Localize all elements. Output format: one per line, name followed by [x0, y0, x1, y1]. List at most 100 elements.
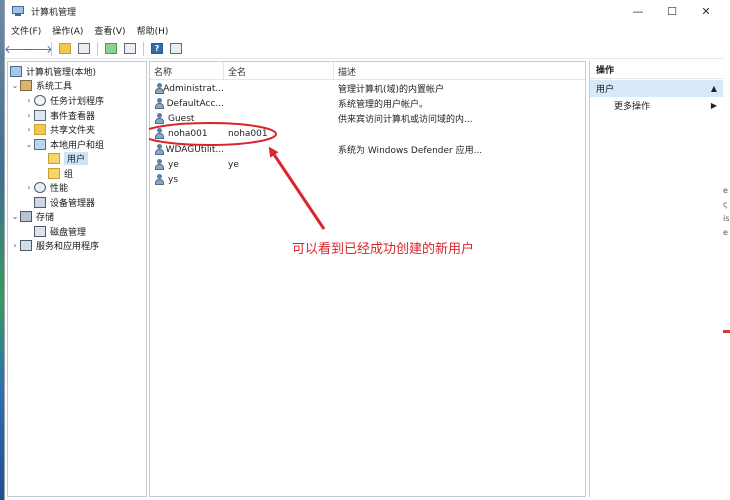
- user-name: noha001: [168, 128, 208, 139]
- user-icon: [154, 174, 165, 185]
- tree-item-shared-folders[interactable]: › 共享文件夹: [24, 122, 95, 136]
- table-row[interactable]: Guest 供来宾访问计算机或访问域的内...: [150, 111, 585, 126]
- tree-item-local-users-groups[interactable]: ⌄ 本地用户和组: [24, 137, 104, 151]
- user-icon: [154, 98, 164, 109]
- menu-file[interactable]: 文件(F): [11, 24, 41, 37]
- chevron-right-icon[interactable]: ›: [24, 125, 34, 134]
- tree-item-label: 系统工具: [36, 81, 73, 92]
- tree-item-label: 存储: [36, 212, 55, 223]
- chevron-down-icon[interactable]: ⌄: [24, 140, 34, 149]
- chevron-right-icon[interactable]: ›: [24, 96, 34, 105]
- performance-icon: [34, 181, 46, 193]
- chevron-down-icon[interactable]: ⌄: [10, 81, 20, 90]
- menu-bar: 文件(F) 操作(A) 查看(V) 帮助(H): [5, 22, 723, 39]
- user-name-cell: noha001: [154, 126, 224, 141]
- table-row[interactable]: Administrat... 管理计算机(域)的内置帐户: [150, 81, 585, 96]
- table-row[interactable]: noha001 noha001: [150, 126, 585, 141]
- toolbar-separator: [97, 41, 98, 56]
- tree-item-disk-management[interactable]: 磁盘管理: [34, 224, 86, 238]
- user-fullname: [228, 111, 332, 126]
- minimize-button[interactable]: —: [621, 0, 655, 22]
- column-header-description[interactable]: 描述: [334, 62, 585, 80]
- desktop-bit: e: [723, 186, 728, 195]
- tree-item-services-applications[interactable]: › 服务和应用程序: [10, 238, 99, 252]
- tree-item-storage[interactable]: ⌄ 存储: [10, 209, 54, 223]
- user-description: [338, 172, 583, 187]
- user-description: [338, 126, 583, 141]
- list-header: 名称 全名 描述: [150, 62, 585, 80]
- user-icon: [154, 113, 165, 124]
- tree-item-computer-management[interactable]: 计算机管理(本地): [10, 64, 96, 78]
- tree-item-label: 用户: [64, 151, 89, 165]
- submenu-arrow-icon: ▶: [710, 101, 717, 110]
- tree-item-task-scheduler[interactable]: › 任务计划程序: [24, 93, 104, 107]
- shared-folders-icon: [34, 123, 46, 135]
- device-manager-icon: [34, 196, 46, 208]
- column-header-name[interactable]: 名称: [150, 62, 224, 80]
- user-fullname: noha001: [228, 128, 268, 139]
- folder-icon: [48, 167, 60, 179]
- tree-item-system-tools[interactable]: ⌄ 系统工具: [10, 78, 72, 92]
- local-users-icon: [34, 138, 46, 150]
- user-name-cell: WDAGUtilit...: [154, 142, 224, 157]
- user-fullname: [228, 96, 332, 111]
- tree-item-performance[interactable]: › 性能: [24, 180, 68, 194]
- disk-management-icon: [34, 225, 46, 237]
- menu-action[interactable]: 操作(A): [52, 24, 83, 37]
- collapse-icon[interactable]: ▲: [711, 84, 717, 93]
- computer-management-icon: [11, 5, 25, 17]
- more-actions-label: 更多操作: [614, 102, 651, 112]
- table-row[interactable]: ye ye: [150, 157, 585, 172]
- storage-icon: [20, 210, 32, 222]
- user-icon: [154, 159, 165, 170]
- tree-item-label: 设备管理器: [50, 198, 96, 209]
- chevron-right-icon[interactable]: ›: [10, 241, 20, 250]
- close-button[interactable]: ✕: [689, 0, 723, 22]
- actions-section-users[interactable]: 用户 ▲: [590, 80, 723, 97]
- chevron-down-icon[interactable]: ⌄: [10, 212, 20, 221]
- tree-item-label: 性能: [50, 183, 69, 194]
- refresh-icon[interactable]: [103, 41, 119, 57]
- services-icon: [20, 239, 32, 251]
- tree-item-label: 本地用户和组: [50, 140, 105, 151]
- desktop-bit: is: [723, 214, 730, 223]
- event-viewer-icon: [34, 109, 46, 121]
- user-list: 名称 全名 描述 Administrat... 管理计算机(域)的内置帐户 De…: [149, 61, 586, 497]
- user-description: 系统管理的用户帐户。: [338, 100, 429, 110]
- help-icon[interactable]: ?: [149, 41, 165, 57]
- menu-help[interactable]: 帮助(H): [137, 24, 169, 37]
- tools-icon: [20, 79, 32, 91]
- folder-icon: [48, 152, 60, 164]
- table-row[interactable]: DefaultAcc... 系统管理的用户帐户。: [150, 96, 585, 111]
- user-fullname: [228, 81, 332, 96]
- title-bar[interactable]: 计算机管理 — ☐ ✕: [5, 0, 723, 22]
- tree-item-users[interactable]: 用户: [48, 151, 89, 165]
- table-row[interactable]: ys: [150, 172, 585, 187]
- maximize-button[interactable]: ☐: [655, 0, 689, 22]
- tree-item-event-viewer[interactable]: › 事件查看器: [24, 108, 95, 122]
- window-controls: — ☐ ✕: [621, 0, 723, 22]
- column-header-fullname[interactable]: 全名: [224, 62, 334, 80]
- user-icon: [154, 83, 164, 94]
- up-folder-icon[interactable]: [57, 41, 73, 57]
- table-row[interactable]: WDAGUtilit... 系统为 Windows Defender 应用...: [150, 142, 585, 157]
- forward-icon[interactable]: 🡒: [23, 41, 53, 57]
- tree-item-device-manager[interactable]: 设备管理器: [34, 195, 95, 209]
- actions-section-label: 用户: [596, 85, 615, 95]
- chevron-right-icon[interactable]: ›: [24, 111, 34, 120]
- toolbar-separator: [143, 41, 144, 56]
- export-icon[interactable]: [122, 41, 138, 57]
- more-actions-item[interactable]: 更多操作 ▶: [590, 98, 723, 113]
- desktop-right-text: e ς is e: [723, 184, 729, 240]
- show-hide-tree-icon[interactable]: [76, 41, 92, 57]
- toolbar-separator: [51, 41, 52, 56]
- chevron-right-icon[interactable]: ›: [24, 183, 34, 192]
- tree-item-groups[interactable]: 组: [48, 166, 73, 180]
- user-description: 供来宾访问计算机或访问域的内...: [338, 115, 473, 125]
- desktop-right-strip: e ς is e: [722, 0, 730, 500]
- properties-icon[interactable]: [168, 41, 184, 57]
- user-icon: [154, 128, 165, 139]
- user-name-cell: DefaultAcc...: [154, 96, 224, 111]
- user-name-cell: Guest: [154, 111, 224, 126]
- menu-view[interactable]: 查看(V): [94, 24, 125, 37]
